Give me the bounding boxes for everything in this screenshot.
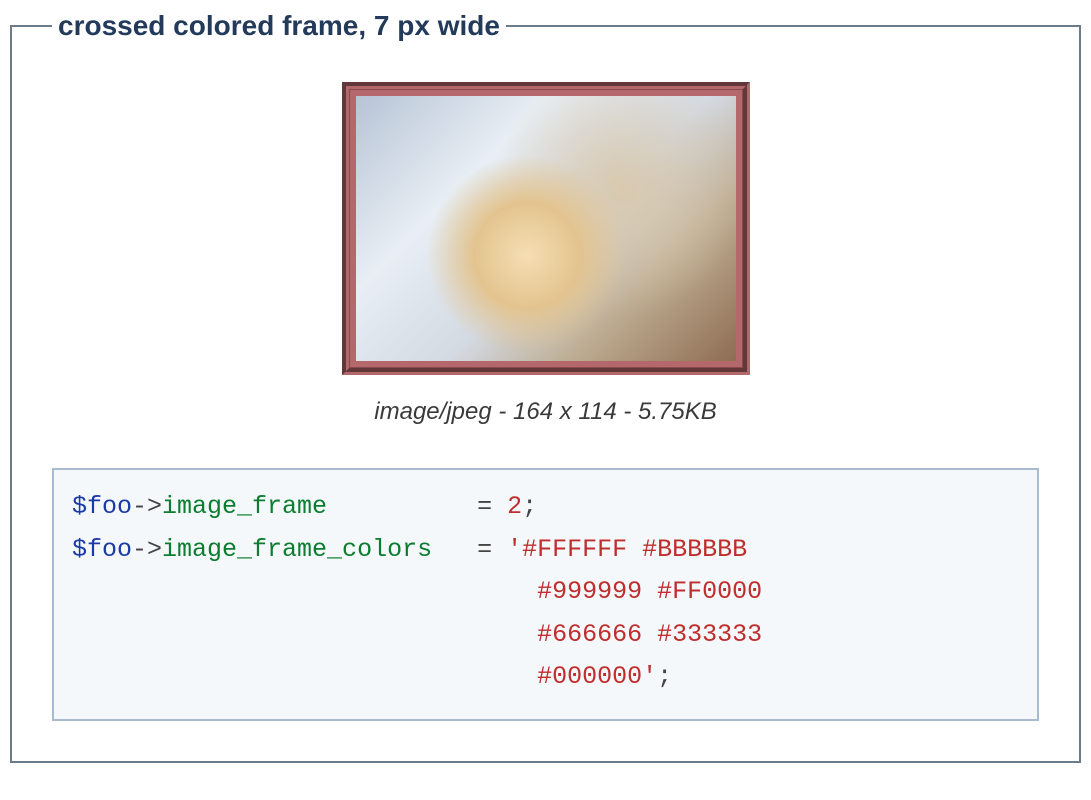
code-sample: $foo->image_frame = 2; $foo->image_frame… bbox=[52, 468, 1039, 721]
example-fieldset: crossed colored frame, 7 px wide image/j… bbox=[10, 10, 1081, 763]
image-caption: image/jpeg - 164 x 114 - 5.75KB bbox=[52, 398, 1039, 426]
code-text: $foo->image_frame = 2; $foo->image_frame… bbox=[72, 492, 762, 691]
image-section: image/jpeg - 164 x 114 - 5.75KB bbox=[52, 82, 1039, 426]
image-placeholder bbox=[356, 96, 736, 361]
framed-image-border bbox=[342, 82, 750, 375]
fieldset-legend: crossed colored frame, 7 px wide bbox=[52, 10, 506, 42]
